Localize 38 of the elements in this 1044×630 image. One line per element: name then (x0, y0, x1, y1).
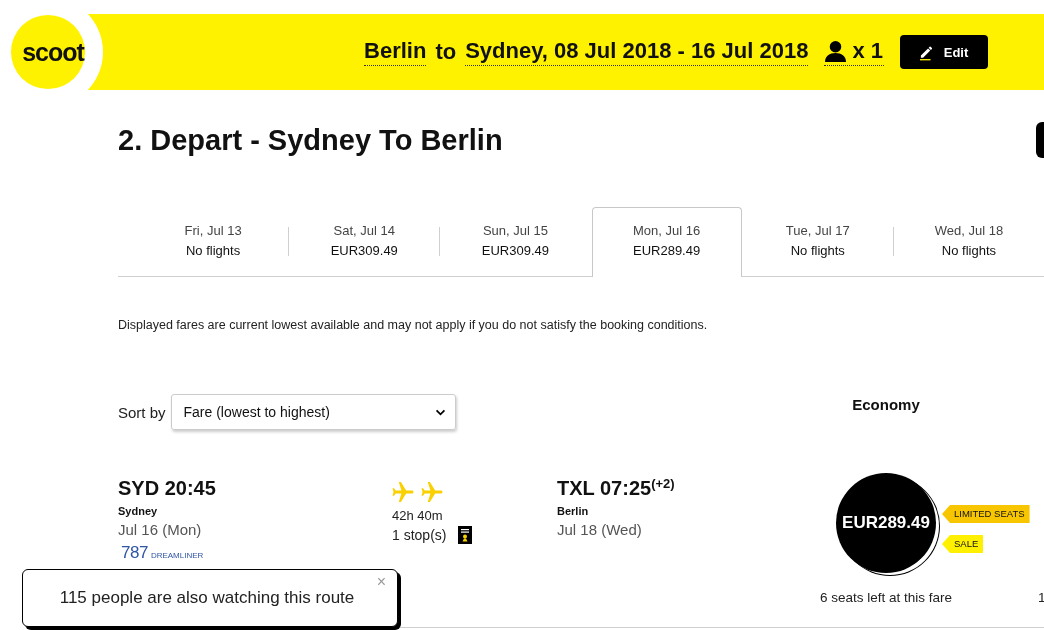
fare-class-heading: Economy (851, 395, 921, 414)
arrival-time: TXL 07:25$^{(+2)}$ (557, 476, 675, 500)
person-icon (825, 40, 847, 62)
date-tab[interactable]: Fri, Jul 13 No flights (138, 207, 289, 276)
fare-price-button[interactable]: EUR289.49 (836, 473, 936, 573)
scoot-logo[interactable]: scoot (11, 15, 85, 89)
date-tab[interactable]: Wed, Jul 18 No flights (893, 207, 1044, 276)
sort-label: Sort by (118, 403, 166, 421)
fare-tag: LIMITED SEATS (942, 505, 1030, 523)
notice-text: 115 people are also watching this route (59, 588, 355, 608)
page-title: 2. Depart - Sydney To Berlin (118, 123, 503, 158)
edit-button[interactable]: Edit (900, 35, 988, 69)
seats-left-text: 1 (1038, 591, 1044, 605)
arrival-city: Berlin (557, 504, 589, 518)
aircraft-logo: 787 DREAMLINER (120, 544, 204, 562)
airplane-icon (392, 482, 414, 503)
departure-time: SYD 20:45 (118, 476, 216, 500)
departure-city: Sydney (118, 504, 158, 518)
partial-button[interactable] (1036, 122, 1044, 158)
fare-tag: SALE (942, 535, 984, 553)
airplane-icon (421, 482, 443, 503)
flight-duration: 42h 40m (392, 508, 443, 523)
sort-select[interactable]: Fare (lowest to highest) (170, 394, 456, 430)
date-tab[interactable]: Tue, Jul 17 No flights (742, 207, 893, 276)
chevron-down-icon (434, 408, 446, 416)
date-tab[interactable]: Mon, Jul 16 EUR289.49 (591, 207, 742, 277)
seats-left-text: 6 seats left at this fare (819, 591, 953, 605)
fare-disclaimer: Displayed fares are current lowest available and may not apply if you do not satisfy the booking conditions. (118, 318, 709, 332)
departure-date: Jul 16 (Mon) (118, 521, 202, 539)
origin-link[interactable]: Berlin (364, 38, 427, 66)
destination-dates-link[interactable]: Sydney, 08 Jul 2018 - 16 Jul 2018 (465, 38, 809, 66)
date-tab[interactable]: Sat, Jul 14 EUR309.49 (289, 207, 440, 276)
passenger-count[interactable]: x 1 (824, 38, 884, 66)
stop-count: 1 stop(s) (392, 527, 447, 543)
trip-connector: to (435, 39, 457, 65)
arrival-date: Jul 18 (Wed) (557, 521, 642, 539)
badge-icon (458, 526, 473, 544)
date-tab[interactable]: Sun, Jul 15 EUR309.49 (440, 207, 591, 276)
